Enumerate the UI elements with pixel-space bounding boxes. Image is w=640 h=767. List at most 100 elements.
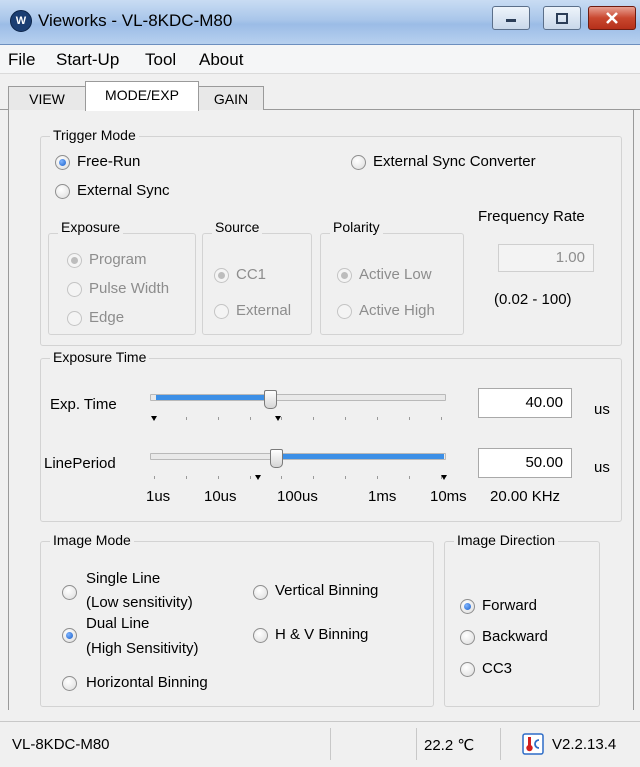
single-line-sublabel: (Low sensitivity) xyxy=(86,594,193,611)
slider-tick xyxy=(218,417,219,420)
slider-tick xyxy=(250,417,251,420)
line-period-input[interactable]: 50.00 xyxy=(478,448,572,478)
polarity-group xyxy=(320,233,464,335)
slider-tick xyxy=(441,417,442,420)
single-line-label: Single Line xyxy=(86,570,161,587)
slider-tick xyxy=(281,417,282,420)
line-period-unit: us xyxy=(594,459,610,476)
dual-line-radio[interactable] xyxy=(62,628,77,643)
status-temperature: 22.2 ℃ xyxy=(424,737,475,754)
polarity-active-high-label: Active High xyxy=(359,302,435,319)
exp-time-input[interactable]: 40.00 xyxy=(478,388,572,418)
exp-time-unit: us xyxy=(594,401,610,418)
scale-label-10us: 10us xyxy=(204,488,237,505)
scale-label-100us: 100us xyxy=(277,488,318,505)
slider-tick xyxy=(345,476,346,479)
exp-time-slider-ticks xyxy=(146,390,452,424)
menu-about[interactable]: About xyxy=(199,50,243,70)
horizontal-binning-radio[interactable] xyxy=(62,676,77,691)
source-external-label: External xyxy=(236,302,292,319)
forward-label: Forward xyxy=(482,597,538,614)
exposure-title: Exposure xyxy=(58,219,124,235)
line-period-slider-ticks xyxy=(146,449,452,483)
external-sync-converter-label: External Sync Converter xyxy=(373,153,536,170)
external-sync-radio[interactable] xyxy=(55,184,70,199)
close-button[interactable] xyxy=(588,6,636,30)
exposure-edge-label: Edge xyxy=(89,309,125,326)
status-model: VL-8KDC-M80 xyxy=(12,736,110,753)
vieworks-logo-icon: W xyxy=(10,10,32,32)
cc3-radio[interactable] xyxy=(460,662,475,677)
exposure-program-radio[interactable] xyxy=(67,253,82,268)
image-direction-group xyxy=(444,541,600,707)
trigger-mode-title: Trigger Mode xyxy=(50,127,139,143)
slider-limit-marker xyxy=(151,416,157,421)
polarity-title: Polarity xyxy=(330,219,383,235)
polarity-active-low-radio[interactable] xyxy=(337,268,352,283)
dual-line-label: Dual Line xyxy=(86,615,150,632)
source-group xyxy=(202,233,312,335)
maximize-icon xyxy=(544,7,580,29)
slider-tick xyxy=(186,417,187,420)
minimize-icon xyxy=(493,7,529,29)
tab-mode-exp[interactable]: MODE/EXP xyxy=(85,81,199,111)
minimize-button[interactable] xyxy=(492,6,530,30)
slider-tick xyxy=(345,417,346,420)
exposure-pulse-width-radio[interactable] xyxy=(67,282,82,297)
free-run-label: Free-Run xyxy=(77,153,141,170)
external-sync-converter-radio[interactable] xyxy=(351,155,366,170)
single-line-radio[interactable] xyxy=(62,585,77,600)
slider-tick xyxy=(377,417,378,420)
image-direction-title: Image Direction xyxy=(454,532,559,548)
source-cc1-label: CC1 xyxy=(236,266,267,283)
source-external-radio[interactable] xyxy=(214,304,229,319)
menu-tool[interactable]: Tool xyxy=(145,50,176,70)
polarity-active-high-radio[interactable] xyxy=(337,304,352,319)
exposure-program-label: Program xyxy=(89,251,147,268)
tab-gain[interactable]: GAIN xyxy=(198,86,264,110)
menu-start-up[interactable]: Start-Up xyxy=(56,50,119,70)
slider-tick xyxy=(218,476,219,479)
slider-tick xyxy=(377,476,378,479)
source-cc1-radio[interactable] xyxy=(214,268,229,283)
cc3-label: CC3 xyxy=(482,660,513,677)
external-sync-label: External Sync xyxy=(77,182,170,199)
line-period-label: LinePeriod xyxy=(44,455,116,472)
slider-tick xyxy=(154,476,155,479)
vertical-binning-label: Vertical Binning xyxy=(275,582,379,599)
polarity-active-low-label: Active Low xyxy=(359,266,432,283)
dual-line-sublabel: (High Sensitivity) xyxy=(86,640,199,657)
status-version: V2.2.13.4 xyxy=(552,736,617,753)
frequency-rate-label: Frequency Rate xyxy=(478,208,585,225)
menu-file[interactable]: File xyxy=(8,50,35,70)
vertical-binning-radio[interactable] xyxy=(253,585,268,600)
slider-tick xyxy=(250,476,251,479)
close-icon xyxy=(589,7,635,29)
backward-radio[interactable] xyxy=(460,630,475,645)
hv-binning-label: H & V Binning xyxy=(275,626,369,643)
exposure-time-title: Exposure Time xyxy=(50,349,150,365)
backward-label: Backward xyxy=(482,628,548,645)
slider-limit-marker xyxy=(275,416,281,421)
frequency-rate-input[interactable]: 1.00 xyxy=(498,244,594,272)
horizontal-binning-label: Horizontal Binning xyxy=(86,674,208,691)
slider-limit-marker xyxy=(441,475,447,480)
exp-time-slider[interactable] xyxy=(146,390,452,424)
status-divider xyxy=(330,728,331,760)
exposure-edge-radio[interactable] xyxy=(67,311,82,326)
slider-tick xyxy=(186,476,187,479)
tab-view[interactable]: VIEW xyxy=(8,86,86,110)
slider-tick xyxy=(409,417,410,420)
status-divider xyxy=(416,728,417,760)
hv-binning-radio[interactable] xyxy=(253,628,268,643)
thermometer-icon xyxy=(522,733,544,755)
slider-tick xyxy=(409,476,410,479)
slider-limit-marker xyxy=(254,475,261,480)
exp-time-label: Exp. Time xyxy=(50,396,117,413)
exposure-pulse-width-label: Pulse Width xyxy=(89,280,170,297)
maximize-button[interactable] xyxy=(543,6,581,30)
forward-radio[interactable] xyxy=(460,599,475,614)
slider-tick xyxy=(281,476,282,479)
free-run-radio[interactable] xyxy=(55,155,70,170)
line-period-slider[interactable] xyxy=(146,449,452,483)
